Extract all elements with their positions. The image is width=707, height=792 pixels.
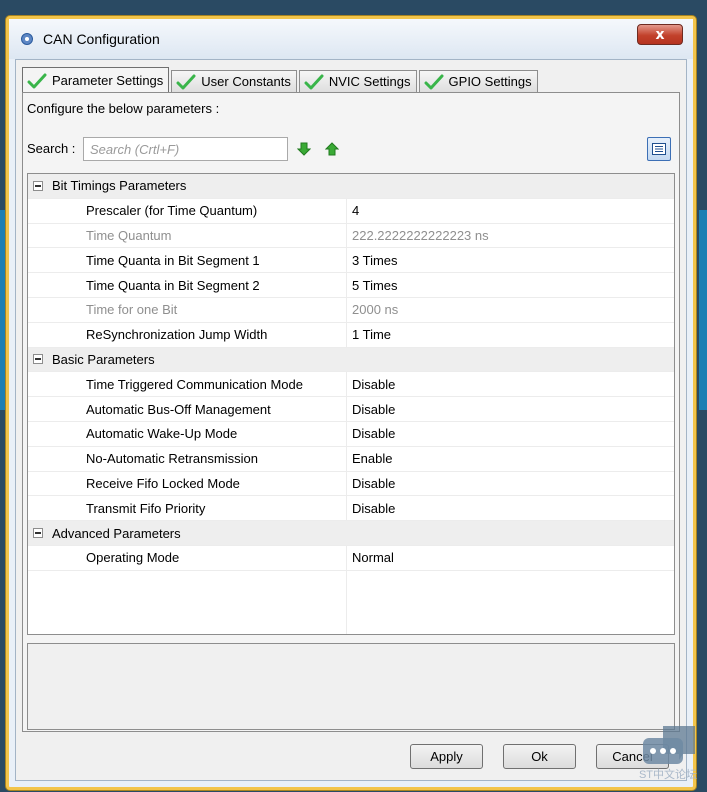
param-row-bit-segment-2[interactable]: Time Quanta in Bit Segment 2 5 Times — [28, 273, 674, 298]
view-mode-button[interactable] — [647, 137, 671, 161]
list-view-icon — [652, 143, 666, 155]
group-advanced-parameters[interactable]: Advanced Parameters — [28, 521, 674, 546]
parameter-settings-panel: Configure the below parameters : Search … — [22, 92, 680, 732]
param-name: Time Quantum — [86, 227, 172, 243]
tab-label: GPIO Settings — [448, 74, 532, 89]
collapse-icon[interactable] — [33, 528, 43, 539]
param-value[interactable]: Enable — [352, 451, 392, 466]
param-row-time-for-one-bit: Time for one Bit 2000 ns — [28, 298, 674, 323]
param-value[interactable]: Normal — [352, 550, 394, 565]
param-row-ttcm[interactable]: Time Triggered Communication Mode Disabl… — [28, 372, 674, 398]
param-value[interactable]: Disable — [352, 377, 395, 392]
tab-gpio-settings[interactable]: GPIO Settings — [418, 70, 538, 92]
param-name: Operating Mode — [86, 550, 180, 566]
tab-user-constants[interactable]: User Constants — [171, 70, 297, 92]
tab-label: User Constants — [201, 74, 291, 89]
param-row-time-quantum: Time Quantum 222.2222222222223 ns — [28, 224, 674, 249]
configure-label: Configure the below parameters : — [27, 101, 220, 116]
param-name: No-Automatic Retransmission — [86, 451, 258, 467]
param-row-bit-segment-1[interactable]: Time Quanta in Bit Segment 1 3 Times — [28, 248, 674, 274]
ok-button[interactable]: Ok — [503, 744, 576, 769]
param-row-resync-jump-width[interactable]: ReSynchronization Jump Width 1 Time — [28, 323, 674, 348]
param-value: 2000 ns — [352, 302, 399, 318]
param-name: Receive Fifo Locked Mode — [86, 475, 240, 491]
group-basic-parameters[interactable]: Basic Parameters — [28, 347, 674, 373]
tab-strip: Parameter Settings User Constants NVIC S… — [22, 66, 540, 93]
close-button[interactable]: x — [637, 24, 683, 45]
param-name: Time Quanta in Bit Segment 1 — [86, 252, 260, 268]
param-value: 222.2222222222223 ns — [352, 227, 489, 243]
group-bit-timings[interactable]: Bit Timings Parameters — [28, 174, 674, 199]
search-row: Search : — [27, 137, 671, 161]
arrow-down-icon[interactable] — [297, 142, 311, 156]
param-name: Transmit Fifo Priority — [86, 500, 206, 516]
param-name: Prescaler (for Time Quantum) — [86, 203, 258, 219]
param-value[interactable]: Disable — [352, 501, 395, 516]
collapse-icon[interactable] — [33, 354, 43, 365]
param-row-txfp[interactable]: Transmit Fifo Priority Disable — [28, 496, 674, 522]
param-row-operating-mode[interactable]: Operating Mode Normal — [28, 546, 674, 571]
search-label: Search : — [27, 141, 76, 156]
group-label: Bit Timings Parameters — [52, 178, 187, 194]
background-edge-right — [699, 210, 707, 410]
param-name: Time Quanta in Bit Segment 2 — [86, 277, 260, 293]
app-icon — [21, 33, 33, 45]
tab-label: Parameter Settings — [52, 73, 164, 88]
tab-nvic-settings[interactable]: NVIC Settings — [298, 70, 417, 92]
can-configuration-window: CAN Configuration x Parameter Settings U… — [6, 16, 696, 790]
param-name: Time Triggered Communication Mode — [86, 376, 303, 392]
apply-button[interactable]: Apply — [410, 744, 483, 769]
param-value[interactable]: 5 Times — [352, 278, 398, 293]
arrow-up-icon[interactable] — [325, 142, 339, 156]
title-bar[interactable]: CAN Configuration x — [9, 19, 693, 59]
param-value[interactable]: Disable — [352, 476, 395, 491]
check-icon — [27, 73, 47, 88]
forum-watermark-text: ST中文论坛 — [638, 769, 697, 781]
check-icon — [424, 74, 444, 89]
param-row-abom[interactable]: Automatic Bus-Off Management Disable — [28, 397, 674, 422]
check-icon — [176, 74, 196, 89]
param-name: Time for one Bit — [86, 302, 178, 318]
client-area: Parameter Settings User Constants NVIC S… — [15, 59, 687, 781]
param-value[interactable]: Disable — [352, 402, 395, 417]
param-row-awum[interactable]: Automatic Wake-Up Mode Disable — [28, 422, 674, 447]
param-value[interactable]: Disable — [352, 426, 395, 441]
group-label: Advanced Parameters — [52, 525, 181, 541]
search-input[interactable] — [83, 137, 288, 161]
param-value[interactable]: 1 Time — [352, 327, 391, 342]
param-value[interactable]: 3 Times — [352, 253, 398, 268]
param-name: ReSynchronization Jump Width — [86, 327, 268, 343]
check-icon — [304, 74, 324, 89]
description-box — [27, 643, 675, 730]
param-name: Automatic Wake-Up Mode — [86, 426, 238, 442]
tab-label: NVIC Settings — [328, 74, 411, 89]
tab-parameter-settings[interactable]: Parameter Settings — [22, 67, 170, 93]
param-name: Automatic Bus-Off Management — [86, 401, 271, 417]
param-value[interactable]: 4 — [352, 203, 359, 218]
close-icon: x — [655, 26, 665, 43]
param-row-nart[interactable]: No-Automatic Retransmission Enable — [28, 447, 674, 472]
button-bar: Apply Ok Cancel — [16, 732, 686, 780]
parameter-grid: Bit Timings Parameters Prescaler (for Ti… — [27, 173, 675, 635]
param-row-rflm[interactable]: Receive Fifo Locked Mode Disable — [28, 472, 674, 497]
collapse-icon[interactable] — [33, 180, 43, 191]
window-title: CAN Configuration — [43, 31, 160, 47]
group-label: Basic Parameters — [52, 351, 155, 367]
param-row-prescaler[interactable]: Prescaler (for Time Quantum) 4 — [28, 199, 674, 224]
